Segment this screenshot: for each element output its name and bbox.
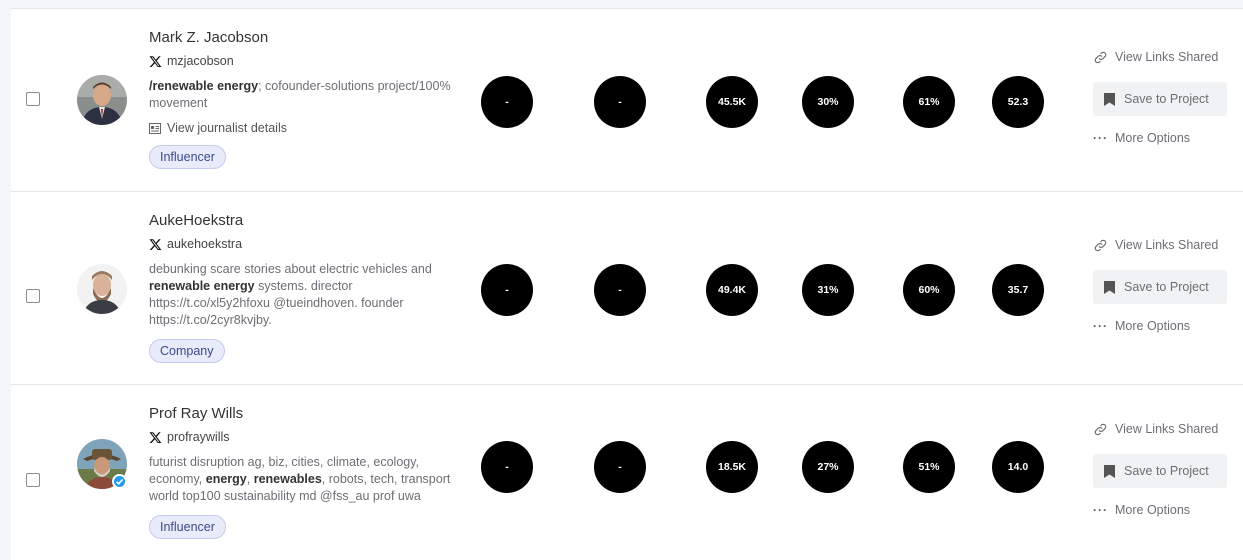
- metric-circle: 35.7: [992, 264, 1044, 316]
- view-links-shared-button[interactable]: View Links Shared: [1093, 47, 1228, 67]
- handle-text: mzjacobson: [167, 54, 234, 68]
- link-icon: [1094, 239, 1107, 251]
- list-item: Prof Ray Wills profraywills futurist dis…: [11, 385, 1243, 560]
- ellipsis-icon: ···: [1093, 319, 1108, 333]
- link-icon: [1094, 423, 1107, 435]
- x-logo-icon: [149, 238, 162, 250]
- verified-badge-icon: [112, 474, 127, 489]
- more-options-button[interactable]: ··· More Options: [1093, 500, 1228, 520]
- id-card-icon: [149, 122, 161, 134]
- bio-text: ,: [246, 472, 254, 486]
- view-links-shared-button[interactable]: View Links Shared: [1093, 419, 1228, 439]
- profile-bio: /renewable energy; cofounder-solutions p…: [149, 78, 469, 112]
- metric-circle: -: [594, 264, 646, 316]
- category-tag: Influencer: [149, 515, 226, 539]
- save-to-project-button[interactable]: Save to Project: [1093, 82, 1227, 116]
- handle-text: aukehoekstra: [167, 237, 243, 251]
- bio-keyword: /renewable energy: [149, 79, 259, 93]
- profile-info: AukeHoekstra aukehoekstra debunking scar…: [149, 212, 469, 363]
- profile-info: Prof Ray Wills profraywills futurist dis…: [149, 405, 469, 539]
- profile-handle[interactable]: aukehoekstra: [149, 236, 469, 252]
- view-links-label: View Links Shared: [1115, 422, 1219, 436]
- metric-circle: 52.3: [992, 76, 1044, 128]
- metric-circle: 27%: [802, 441, 854, 493]
- handle-text: profraywills: [167, 430, 230, 444]
- bookmark-icon: [1104, 464, 1115, 478]
- journalist-link-label: View journalist details: [167, 121, 287, 135]
- list-item: Mark Z. Jacobson mzjacobson /renewable e…: [11, 9, 1243, 192]
- metric-circle: 49.4K: [706, 264, 758, 316]
- bio-keyword: energy: [205, 472, 247, 486]
- bio-text: debunking scare stories about electric v…: [149, 262, 432, 276]
- save-label: Save to Project: [1124, 464, 1209, 478]
- category-tag: Company: [149, 339, 225, 363]
- more-options-button[interactable]: ··· More Options: [1093, 128, 1228, 148]
- metric-circle: -: [481, 76, 533, 128]
- metric-circle: 14.0: [992, 441, 1044, 493]
- row-actions: View Links Shared Save to Project ··· Mo…: [1093, 47, 1228, 148]
- metric-circle: -: [481, 264, 533, 316]
- list-item: AukeHoekstra aukehoekstra debunking scar…: [11, 192, 1243, 385]
- bookmark-icon: [1104, 280, 1115, 294]
- metric-circle: 60%: [903, 264, 955, 316]
- more-label: More Options: [1115, 503, 1191, 517]
- view-journalist-details-link[interactable]: View journalist details: [149, 120, 469, 136]
- save-label: Save to Project: [1124, 280, 1209, 294]
- avatar: [77, 75, 127, 125]
- influencer-list: Mark Z. Jacobson mzjacobson /renewable e…: [11, 8, 1243, 560]
- metric-circle: 61%: [903, 76, 955, 128]
- metric-circle: -: [594, 441, 646, 493]
- avatar: [77, 264, 127, 314]
- view-links-label: View Links Shared: [1115, 50, 1219, 64]
- metric-circle: 45.5K: [706, 76, 758, 128]
- save-to-project-button[interactable]: Save to Project: [1093, 454, 1227, 488]
- bio-keyword: renewables: [253, 472, 322, 486]
- metric-circle: -: [481, 441, 533, 493]
- x-logo-icon: [149, 431, 162, 443]
- profile-name[interactable]: Mark Z. Jacobson: [149, 29, 469, 47]
- bookmark-icon: [1104, 92, 1115, 106]
- profile-bio: debunking scare stories about electric v…: [149, 261, 454, 329]
- more-options-button[interactable]: ··· More Options: [1093, 316, 1228, 336]
- ellipsis-icon: ···: [1093, 131, 1108, 145]
- metric-circle: 18.5K: [706, 441, 758, 493]
- metric-circle: 31%: [802, 264, 854, 316]
- profile-info: Mark Z. Jacobson mzjacobson /renewable e…: [149, 29, 469, 169]
- metric-circle: 51%: [903, 441, 955, 493]
- row-actions: View Links Shared Save to Project ··· Mo…: [1093, 235, 1228, 336]
- view-links-shared-button[interactable]: View Links Shared: [1093, 235, 1228, 255]
- row-actions: View Links Shared Save to Project ··· Mo…: [1093, 419, 1228, 520]
- save-label: Save to Project: [1124, 92, 1209, 106]
- bio-keyword: renewable energy: [149, 279, 255, 293]
- x-logo-icon: [149, 55, 162, 67]
- profile-name[interactable]: AukeHoekstra: [149, 212, 469, 230]
- save-to-project-button[interactable]: Save to Project: [1093, 270, 1227, 304]
- profile-name[interactable]: Prof Ray Wills: [149, 405, 469, 423]
- link-icon: [1094, 51, 1107, 63]
- row-checkbox[interactable]: [26, 473, 40, 487]
- profile-bio: futurist disruption ag, biz, cities, cli…: [149, 454, 454, 505]
- metric-circle: -: [594, 76, 646, 128]
- ellipsis-icon: ···: [1093, 503, 1108, 517]
- profile-handle[interactable]: mzjacobson: [149, 53, 469, 69]
- metric-circle: 30%: [802, 76, 854, 128]
- row-checkbox[interactable]: [26, 289, 40, 303]
- row-checkbox[interactable]: [26, 92, 40, 106]
- profile-handle[interactable]: profraywills: [149, 429, 469, 445]
- view-links-label: View Links Shared: [1115, 238, 1219, 252]
- more-label: More Options: [1115, 319, 1191, 333]
- more-label: More Options: [1115, 131, 1191, 145]
- category-tag: Influencer: [149, 145, 226, 169]
